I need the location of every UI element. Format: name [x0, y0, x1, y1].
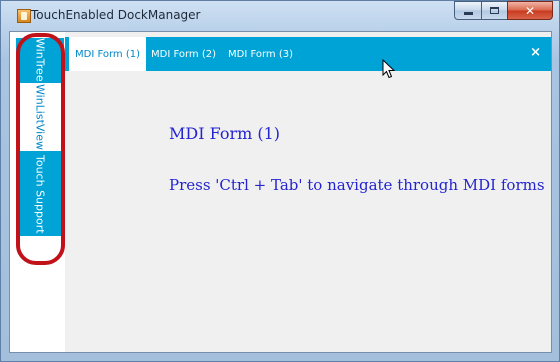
mdi-document-area: MDI Form (1) MDI Form (2) MDI Form (3) ×… — [65, 32, 551, 352]
dock-tab-winlistview[interactable]: WinListView — [16, 82, 64, 152]
mdi-tab-form-1[interactable]: MDI Form (1) — [69, 37, 146, 71]
mdi-tab-form-2[interactable]: MDI Form (2) — [145, 37, 222, 71]
mdi-tab-label: MDI Form (2) — [151, 48, 216, 60]
mdi-tab-label: MDI Form (3) — [228, 48, 293, 60]
dock-tab-wintree[interactable]: WinTree — [16, 38, 64, 82]
maximize-button[interactable] — [481, 1, 507, 20]
minimize-icon — [463, 12, 473, 15]
title-bar[interactable]: TouchEnabled DockManager ✕ — [1, 1, 559, 29]
client-area: WinTree WinListView Touch Support MDI Fo… — [9, 31, 552, 353]
minimize-button[interactable] — [454, 1, 481, 20]
dock-tab-label: WinTree — [33, 38, 47, 82]
close-icon: ✕ — [524, 3, 536, 18]
form-title: MDI Form (1) — [169, 124, 281, 143]
mouse-cursor-icon — [382, 59, 396, 79]
dock-tab-label: WinListView — [33, 84, 47, 150]
close-document-button[interactable]: × — [530, 45, 541, 60]
mdi-tab-bar: MDI Form (1) MDI Form (2) MDI Form (3) × — [65, 37, 551, 71]
form-hint-text: Press 'Ctrl + Tab' to navigate through M… — [169, 176, 545, 194]
caption-buttons: ✕ — [454, 1, 553, 21]
mdi-tab-label: MDI Form (1) — [75, 48, 140, 60]
mdi-tab-form-3[interactable]: MDI Form (3) — [222, 37, 299, 71]
window-title: TouchEnabled DockManager — [31, 8, 201, 22]
app-window-icon[interactable] — [17, 9, 31, 23]
app-window: TouchEnabled DockManager ✕ WinTree WinLi… — [0, 0, 560, 362]
dock-tab-label: Touch Support — [33, 154, 47, 234]
dock-tab-strip: WinTree WinListView Touch Support — [10, 32, 65, 352]
maximize-icon — [490, 7, 499, 14]
close-button[interactable]: ✕ — [507, 1, 553, 20]
dock-tab-touch-support[interactable]: Touch Support — [16, 152, 64, 236]
